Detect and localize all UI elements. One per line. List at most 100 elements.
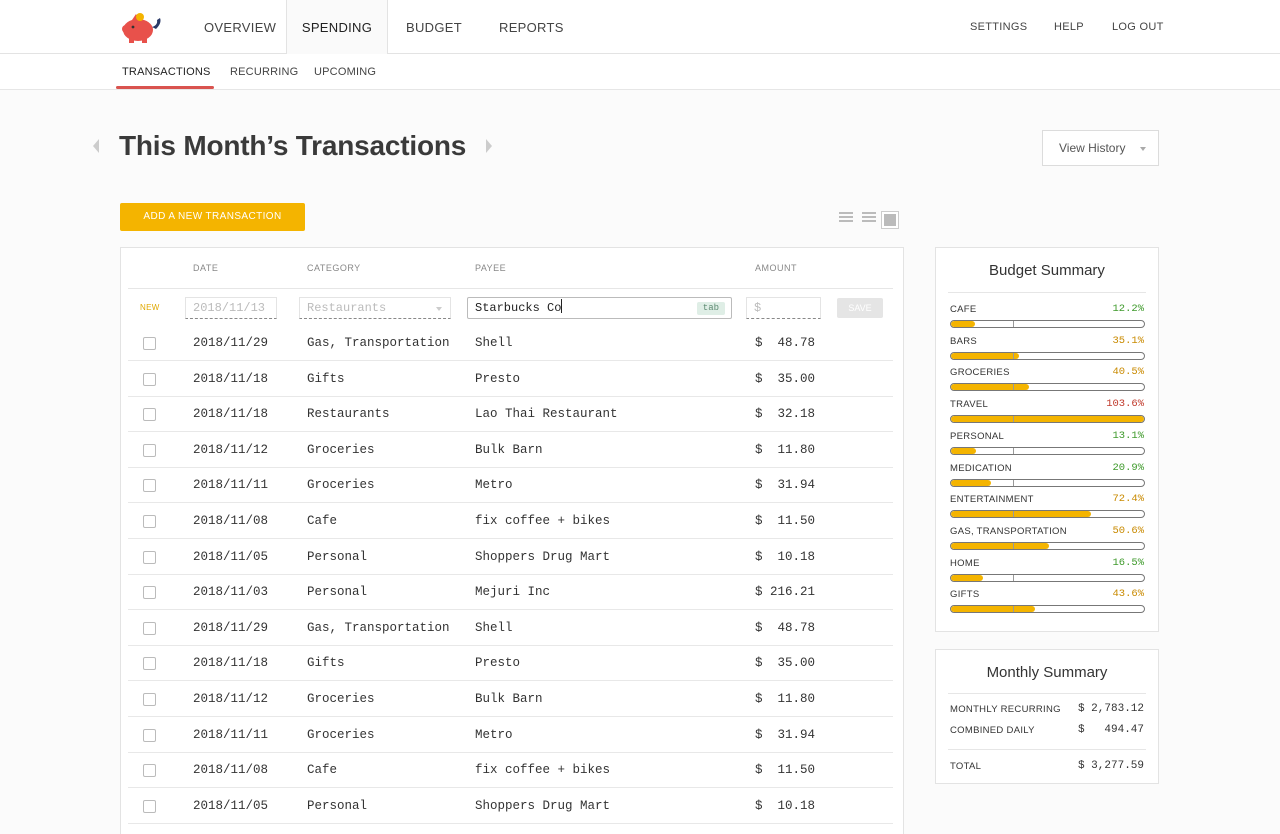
nav-settings[interactable]: SETTINGS (970, 0, 1027, 54)
add-transaction-button[interactable]: ADD A NEW TRANSACTION (120, 203, 305, 231)
row-checkbox[interactable] (143, 337, 156, 350)
nav-overview[interactable]: OVERVIEW (204, 0, 276, 54)
budget-progress-bar (950, 510, 1145, 519)
row-date: 2018/11/18 (193, 371, 269, 386)
row-checkbox[interactable] (143, 657, 156, 671)
budget-progress-marker (1013, 352, 1014, 359)
row-category: Gas, Transportation (307, 620, 450, 635)
budget-progress-fill (951, 321, 975, 327)
row-date: 2018/11/18 (193, 407, 269, 422)
budget-progress-bar (950, 573, 1145, 582)
nav-reports[interactable]: REPORTS (499, 0, 564, 54)
budget-progress-fill (951, 384, 1030, 391)
budget-progress-fill (951, 479, 992, 486)
row-checkbox[interactable] (143, 479, 156, 493)
row-checkbox[interactable] (143, 586, 156, 600)
category-select[interactable]: Restaurants (299, 297, 451, 319)
column-header-payee[interactable]: PAYEE (475, 263, 506, 273)
row-payee: Lao Thai Restaurant (475, 407, 618, 422)
row-amount: $ 48.78 (755, 620, 816, 635)
sub-nav: TRANSACTIONS RECURRING UPCOMING (0, 54, 1280, 90)
card-view-icon[interactable] (881, 211, 899, 229)
previous-month-arrow-icon[interactable] (93, 139, 99, 153)
payee-input[interactable]: Starbucks Co tab (467, 297, 732, 319)
row-checkbox[interactable] (143, 728, 156, 742)
nav-spending[interactable]: SPENDING (286, 0, 388, 55)
nav-help[interactable]: HELP (1054, 0, 1084, 54)
budget-progress-marker (1013, 479, 1014, 486)
row-checkbox[interactable] (143, 443, 156, 457)
table-row[interactable]: 2018/11/29 Gas, Transportation Shell $ 48.7… (128, 611, 893, 646)
row-payee: Shell (475, 336, 513, 350)
nav-budget[interactable]: BUDGET (406, 0, 462, 54)
table-row[interactable]: 2018/11/12 Groceries Bulk Barn $ 11.80 (128, 682, 893, 717)
amount-input[interactable]: $ (746, 297, 821, 319)
row-checkbox[interactable] (143, 764, 156, 778)
budget-category-percent: 20.9% (1112, 461, 1144, 474)
budget-progress-fill (951, 606, 1036, 613)
budget-category-percent: 72.4% (1112, 493, 1144, 506)
combined-daily-value: $ 494.47 (1077, 724, 1144, 736)
row-checkbox[interactable] (143, 408, 156, 422)
piggy-bank-logo-icon[interactable] (120, 9, 162, 45)
table-row[interactable]: 2018/11/03 Personal Mejuri Inc $ 216.21 (128, 575, 893, 611)
budget-progress-marker (1013, 511, 1014, 518)
row-checkbox[interactable] (143, 550, 156, 564)
row-checkbox[interactable] (143, 621, 156, 635)
date-input[interactable]: 2018/11/13 (185, 297, 277, 319)
row-category: Restaurants (307, 407, 390, 422)
table-row[interactable]: 2018/11/18 Restaurants Lao Thai Restaurant… (128, 397, 893, 433)
next-month-arrow-icon[interactable] (486, 139, 492, 153)
row-category: Gas, Transportation (307, 336, 450, 350)
monthly-recurring-value: $ 2,783.12 (1077, 703, 1144, 715)
table-row[interactable]: 2018/11/18 Gifts Presto $ 35.00 (128, 646, 893, 682)
budget-category-percent: 16.5% (1112, 556, 1144, 569)
table-row[interactable]: 2018/11/11 Groceries Metro $ 31.94 (128, 718, 893, 753)
subnav-recurring[interactable]: RECURRING (230, 54, 298, 90)
row-category: Groceries (307, 478, 375, 493)
table-row[interactable]: 2018/11/12 Groceries Bulk Barn $ 11.80 (128, 433, 893, 468)
row-amount: $ 10.18 (755, 798, 816, 813)
subnav-upcoming[interactable]: UPCOMING (314, 54, 376, 90)
row-checkbox[interactable] (143, 515, 156, 528)
budget-progress-marker (1013, 384, 1014, 391)
autocomplete-tab-hint: tab (696, 302, 725, 315)
total-label: TOTAL (950, 761, 982, 772)
list-view-icon[interactable] (862, 212, 876, 226)
row-date: 2018/11/03 (193, 585, 269, 600)
table-row[interactable]: 2018/11/29 Gas, Transportation Shell $ 48.7… (128, 326, 893, 361)
view-history-dropdown[interactable]: View History (1042, 130, 1159, 166)
budget-category-label: GAS, TRANSPORTATION (950, 525, 1067, 537)
table-row[interactable]: 2018/11/18 Gifts Presto $ 35.00 (128, 362, 893, 397)
subnav-transactions[interactable]: TRANSACTIONS (122, 54, 211, 90)
row-date: 2018/11/08 (193, 763, 269, 778)
budget-progress-bar (950, 605, 1145, 614)
row-checkbox[interactable] (143, 799, 156, 813)
budget-progress-bar (950, 478, 1145, 487)
budget-progress-fill (951, 574, 983, 581)
row-date: 2018/11/11 (193, 478, 269, 493)
view-history-label: View History (1059, 141, 1126, 155)
card-divider (948, 749, 1146, 750)
chevron-down-icon (436, 307, 442, 311)
budget-progress-marker (1013, 416, 1014, 423)
row-payee: Shoppers Drug Mart (475, 549, 611, 564)
total-value: $ 3,277.59 (1077, 760, 1144, 772)
table-row[interactable]: 2018/11/05 Personal Shoppers Drug Mart $ 10… (128, 789, 893, 824)
table-row[interactable]: 2018/11/05 Personal Shoppers Drug Mart $ 10… (128, 540, 893, 575)
table-row[interactable]: 2018/11/11 Groceries Metro $ 31.94 (128, 468, 893, 504)
monthly-recurring-label: MONTHLY RECURRING (950, 704, 1061, 715)
row-date: 2018/11/18 (193, 656, 269, 671)
column-header-date[interactable]: DATE (193, 263, 218, 273)
nav-logout[interactable]: LOG OUT (1112, 0, 1164, 54)
row-checkbox[interactable] (143, 693, 156, 706)
header-divider (128, 288, 893, 289)
table-row[interactable]: 2018/11/08 Cafe fix coffee + bikes $ 11.50 (128, 504, 893, 539)
payee-value: Starbucks Co (475, 301, 562, 315)
column-header-category[interactable]: CATEGORY (307, 263, 361, 273)
save-button[interactable]: SAVE (837, 298, 883, 318)
compact-list-view-icon[interactable] (839, 212, 853, 226)
row-checkbox[interactable] (143, 372, 156, 386)
table-row[interactable]: 2018/11/08 Cafe fix coffee + bikes $ 11.50 (128, 753, 893, 789)
column-header-amount[interactable]: AMOUNT (755, 263, 797, 273)
